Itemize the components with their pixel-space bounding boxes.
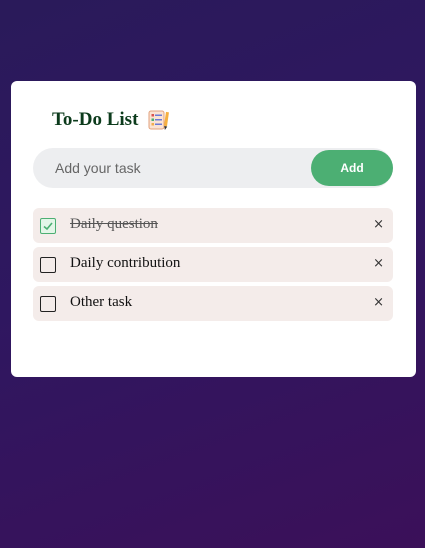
task-text: Other task [70, 294, 133, 310]
list-item[interactable]: Daily contribution × [33, 247, 393, 282]
header: To-Do List [52, 109, 170, 131]
close-icon[interactable]: × [373, 217, 384, 232]
task-text: Daily contribution [70, 255, 181, 271]
checkbox-checked[interactable] [40, 218, 56, 234]
list-item[interactable]: Daily question × [33, 208, 393, 243]
page-title: To-Do List [52, 109, 139, 130]
close-icon[interactable]: × [373, 256, 384, 271]
checkbox[interactable] [40, 296, 56, 312]
close-icon[interactable]: × [373, 295, 384, 310]
todo-card: To-Do List Add Dai [11, 81, 416, 377]
checkbox[interactable] [40, 257, 56, 273]
check-icon [43, 222, 53, 231]
task-input-row: Add [33, 148, 393, 188]
task-text: Daily question [70, 216, 158, 232]
checklist-notepad-icon [148, 109, 170, 131]
list-item[interactable]: Other task × [33, 286, 393, 321]
task-input[interactable] [33, 148, 311, 188]
task-list: Daily question × Daily contribution × Ot… [33, 208, 393, 325]
add-button[interactable]: Add [311, 150, 393, 186]
